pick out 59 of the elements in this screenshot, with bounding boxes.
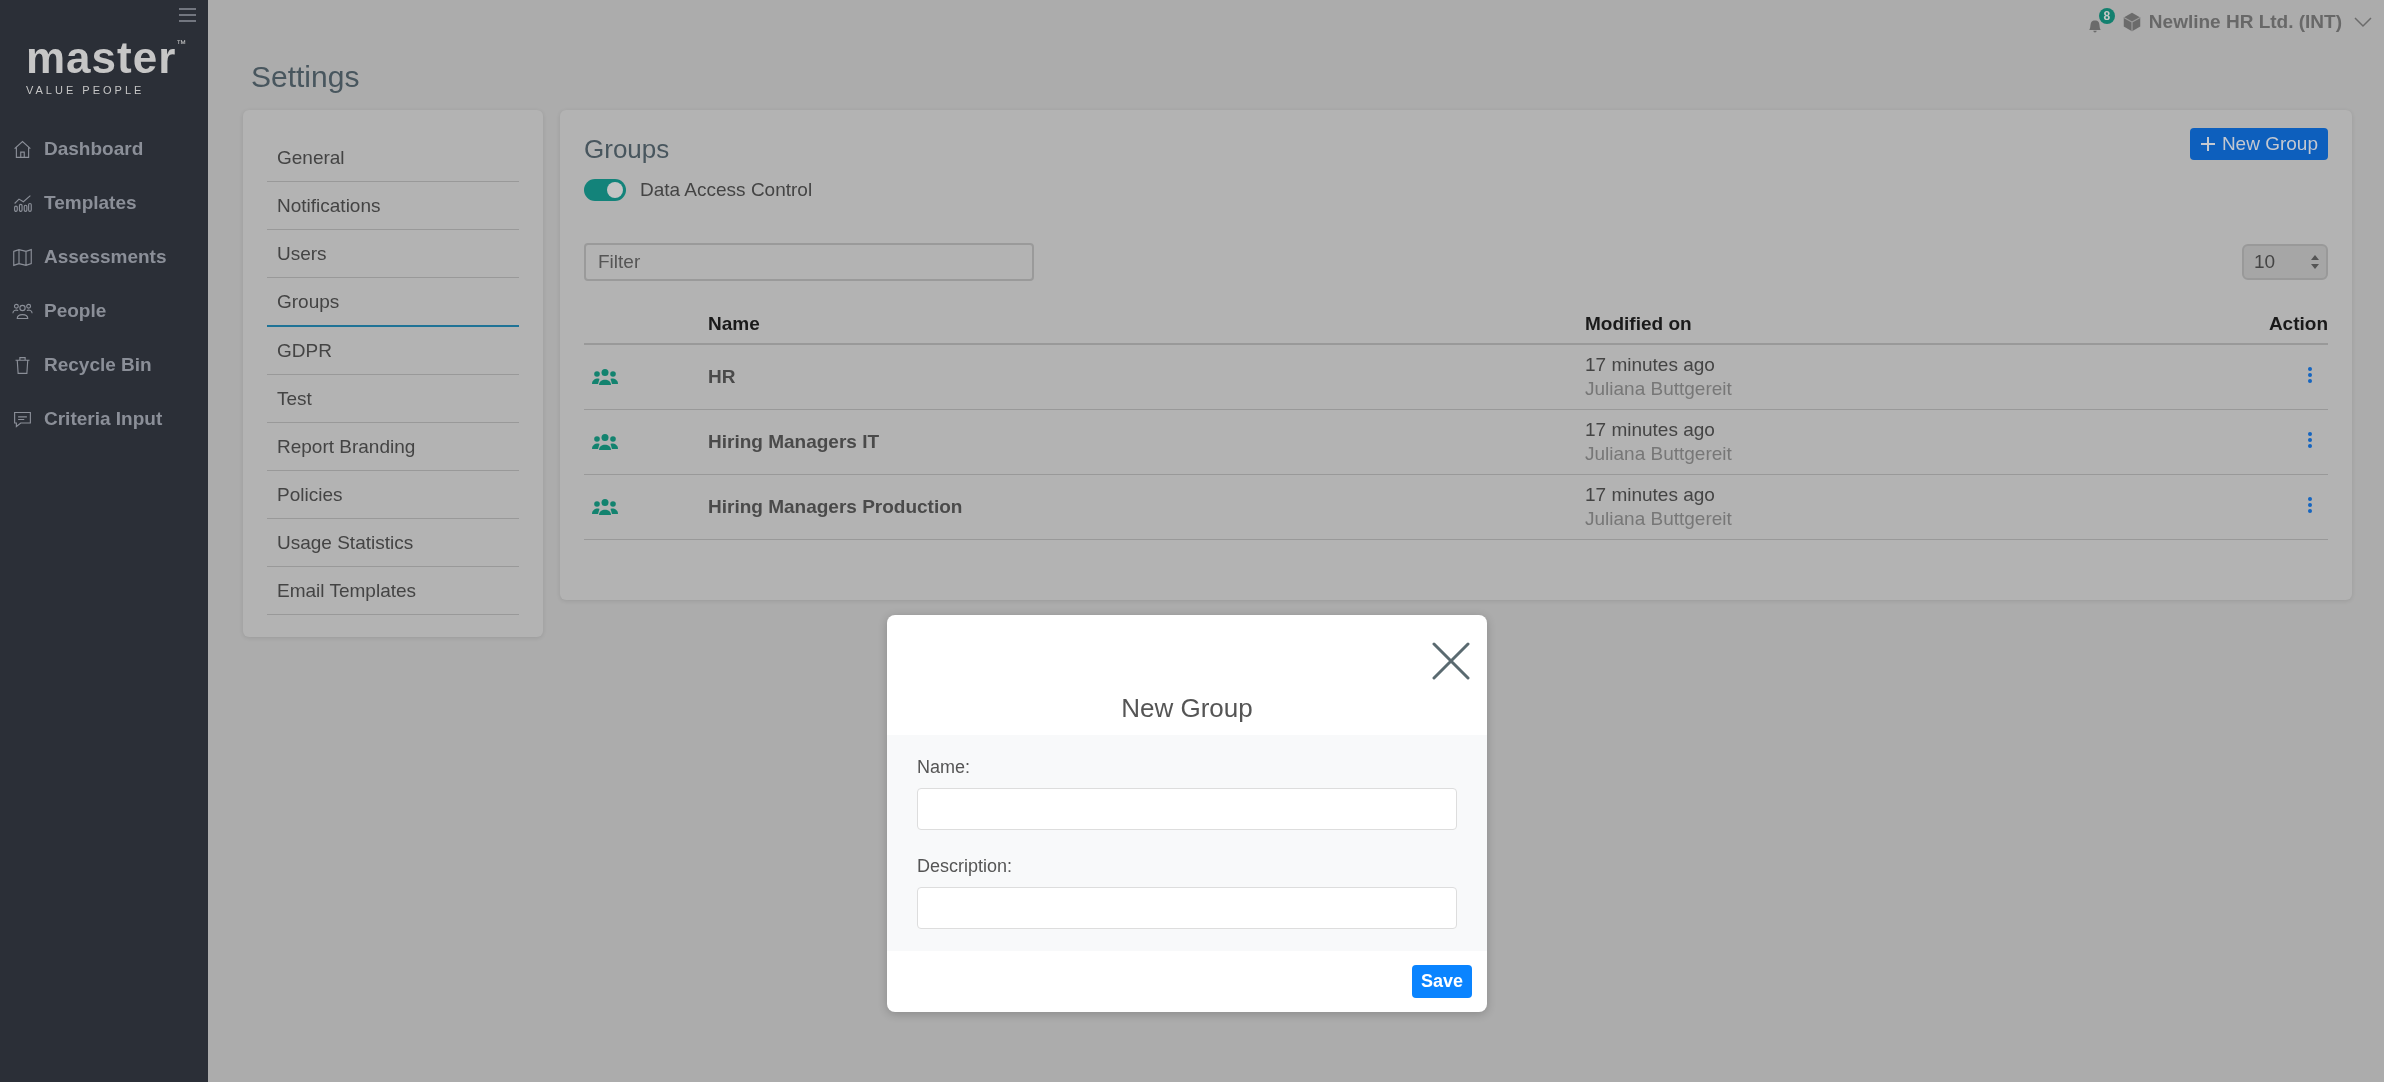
modified-time: 17 minutes ago: [1585, 419, 1716, 441]
column-header: Name: [708, 313, 1585, 344]
menu-icon[interactable]: [179, 8, 196, 22]
group-icon: [592, 368, 618, 386]
company-name[interactable]: Newline HR Ltd. (INT): [2148, 11, 2342, 33]
plus-icon: [2199, 136, 2216, 152]
settings-nav-item[interactable]: Test: [267, 375, 519, 423]
close-icon[interactable]: [1432, 642, 1470, 680]
settings-nav-item[interactable]: GDPR: [267, 327, 519, 375]
settings-nav-item[interactable]: Policies: [267, 471, 519, 519]
sidebar-item[interactable]: People: [0, 288, 208, 334]
settings-nav-item[interactable]: Email Templates: [267, 567, 519, 615]
map-icon: [12, 246, 33, 268]
input-field[interactable]: [917, 887, 1457, 929]
sidebar-item[interactable]: Recycle Bin: [0, 342, 208, 388]
sidebar-item[interactable]: Assessments: [0, 234, 208, 280]
page-size-select[interactable]: 10: [2242, 244, 2328, 280]
sort-arrows-icon: [2310, 253, 2320, 271]
column-header: Action: [2114, 313, 2328, 344]
chevron-down-icon[interactable]: [2354, 16, 2372, 28]
sidebar-item[interactable]: Templates: [0, 180, 208, 226]
new-group-button[interactable]: New Group: [2189, 128, 2328, 160]
more-options-icon[interactable]: [2306, 496, 2314, 514]
section-title: Groups: [584, 134, 670, 165]
more-options-icon[interactable]: [2306, 366, 2314, 384]
input-field[interactable]: [917, 788, 1457, 830]
field-label: Description:: [917, 856, 1014, 877]
group-icon: [592, 433, 618, 451]
modified-by: Juliana Buttgereit: [1585, 378, 1733, 400]
sidebar-item[interactable]: Dashboard: [0, 126, 208, 172]
group-name: Hiring Managers IT: [708, 431, 880, 452]
toggle-switch[interactable]: [584, 179, 626, 201]
dialog-title: New Group: [1121, 693, 1253, 724]
more-options-icon[interactable]: [2306, 431, 2314, 449]
notification-badge: 8: [2098, 8, 2115, 24]
settings-nav-item[interactable]: Notifications: [267, 182, 519, 230]
toggle-label: Data Access Control: [640, 179, 813, 201]
trademark-sign: ™: [176, 38, 187, 49]
settings-nav-item[interactable]: Report Branding: [267, 423, 519, 471]
settings-nav-item[interactable]: Usage Statistics: [267, 519, 519, 567]
settings-nav-item[interactable]: Groups: [267, 278, 519, 327]
logo-tagline: VALUE PEOPLE: [26, 84, 145, 96]
group-name: HR: [708, 366, 736, 387]
home-icon: [12, 138, 33, 160]
logo-wordmark: master: [26, 36, 177, 80]
modified-time: 17 minutes ago: [1585, 484, 1716, 506]
save-button[interactable]: Save: [1411, 965, 1472, 998]
settings-nav-item[interactable]: General: [267, 134, 519, 182]
group-name: Hiring Managers Production: [708, 496, 963, 517]
page-title: Settings: [251, 60, 361, 94]
modified-by: Juliana Buttgereit: [1585, 508, 1733, 530]
modified-time: 17 minutes ago: [1585, 354, 1716, 376]
modified-by: Juliana Buttgereit: [1585, 443, 1733, 465]
settings-nav-item[interactable]: Users: [267, 230, 519, 278]
sidebar-item[interactable]: Criteria Input: [0, 396, 208, 442]
group-icon: [592, 498, 618, 516]
field-label: Name:: [917, 757, 971, 778]
filter-field[interactable]: Filter: [584, 243, 1034, 281]
column-header: Modified on: [1585, 313, 2115, 344]
